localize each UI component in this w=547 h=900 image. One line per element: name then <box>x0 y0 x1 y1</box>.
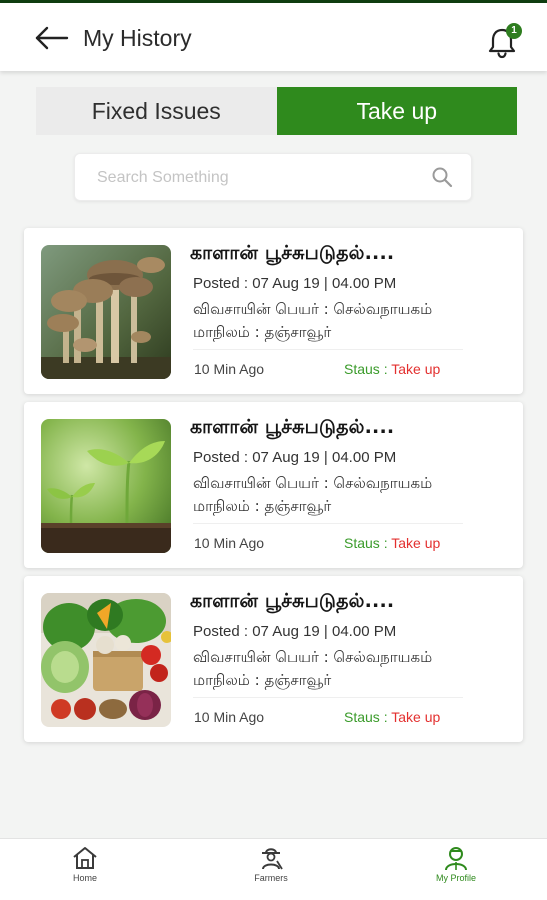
district-name: மாநிலம் : தஞ்சாவூர் <box>193 497 332 515</box>
status-text: Staus : Take up <box>344 709 440 725</box>
nav-farmers-label: Farmers <box>254 873 288 883</box>
vegetables-image <box>41 593 171 727</box>
history-card[interactable]: காளான் பூச்சுபடுதல்.... Posted : 07 Aug … <box>24 402 523 568</box>
nav-my-profile[interactable]: My Profile <box>416 845 496 895</box>
district-name: மாநிலம் : தஞ்சாவூர் <box>193 671 332 689</box>
farmer-icon <box>262 848 283 870</box>
history-tabs: Fixed Issues Take up <box>36 87 517 135</box>
nav-farmers[interactable]: Farmers <box>231 845 311 895</box>
farmer-name: விவசாயின் பெயர் : செல்வநாயகம் <box>193 648 433 666</box>
back-arrow-icon[interactable] <box>34 25 70 51</box>
farmer-name: விவசாயின் பெயர் : செல்வநாயகம் <box>193 300 433 318</box>
card-divider <box>193 523 463 524</box>
status-text: Staus : Take up <box>344 361 440 377</box>
status-value: Take up <box>391 361 441 377</box>
posted-date: Posted : 07 Aug 19 | 04.00 PM <box>193 449 397 466</box>
nav-my-profile-label: My Profile <box>435 873 476 883</box>
status-value: Take up <box>391 535 441 551</box>
app-header: My History 1 <box>0 3 547 71</box>
status-text: Staus : Take up <box>344 535 440 551</box>
page-title: My History <box>83 25 192 51</box>
profile-icon <box>445 847 467 871</box>
issue-title: காளான் பூச்சுபடுதல்.... <box>190 590 395 612</box>
status-label: Staus : <box>344 709 388 725</box>
time-ago: 10 Min Ago <box>194 361 265 377</box>
search-icon[interactable] <box>430 165 454 189</box>
posted-date: Posted : 07 Aug 19 | 04.00 PM <box>193 623 397 640</box>
status-label: Staus : <box>344 361 388 377</box>
card-divider <box>193 697 463 698</box>
search-input[interactable] <box>97 165 417 191</box>
posted-date: Posted : 07 Aug 19 | 04.00 PM <box>193 275 397 292</box>
seedlings-image <box>41 419 171 553</box>
status-value: Take up <box>391 709 441 725</box>
notification-badge: 1 <box>506 23 522 39</box>
mushroom-image <box>41 245 171 379</box>
issue-title: காளான் பூச்சுபடுதல்.... <box>190 416 395 438</box>
nav-home[interactable]: Home <box>45 845 125 895</box>
home-icon <box>73 847 97 869</box>
history-card[interactable]: காளான் பூச்சுபடுதல்.... Posted : 07 Aug … <box>24 228 523 394</box>
card-divider <box>193 349 463 350</box>
history-card[interactable]: காளான் பூச்சுபடுதல்.... Posted : 07 Aug … <box>24 576 523 742</box>
status-label: Staus : <box>344 535 388 551</box>
nav-home-label: Home <box>72 873 97 883</box>
tab-fixed-issues[interactable]: Fixed Issues <box>36 87 277 135</box>
bottom-navigation: Home Farmers My Profile <box>0 838 547 900</box>
district-name: மாநிலம் : தஞ்சாவூர் <box>193 323 332 341</box>
farmer-name: விவசாயின் பெயர் : செல்வநாயகம் <box>193 474 433 492</box>
search-box <box>74 153 472 201</box>
issue-title: காளான் பூச்சுபடுதல்.... <box>190 242 395 264</box>
time-ago: 10 Min Ago <box>194 535 265 551</box>
tab-take-up[interactable]: Take up <box>276 87 517 135</box>
time-ago: 10 Min Ago <box>194 709 265 725</box>
